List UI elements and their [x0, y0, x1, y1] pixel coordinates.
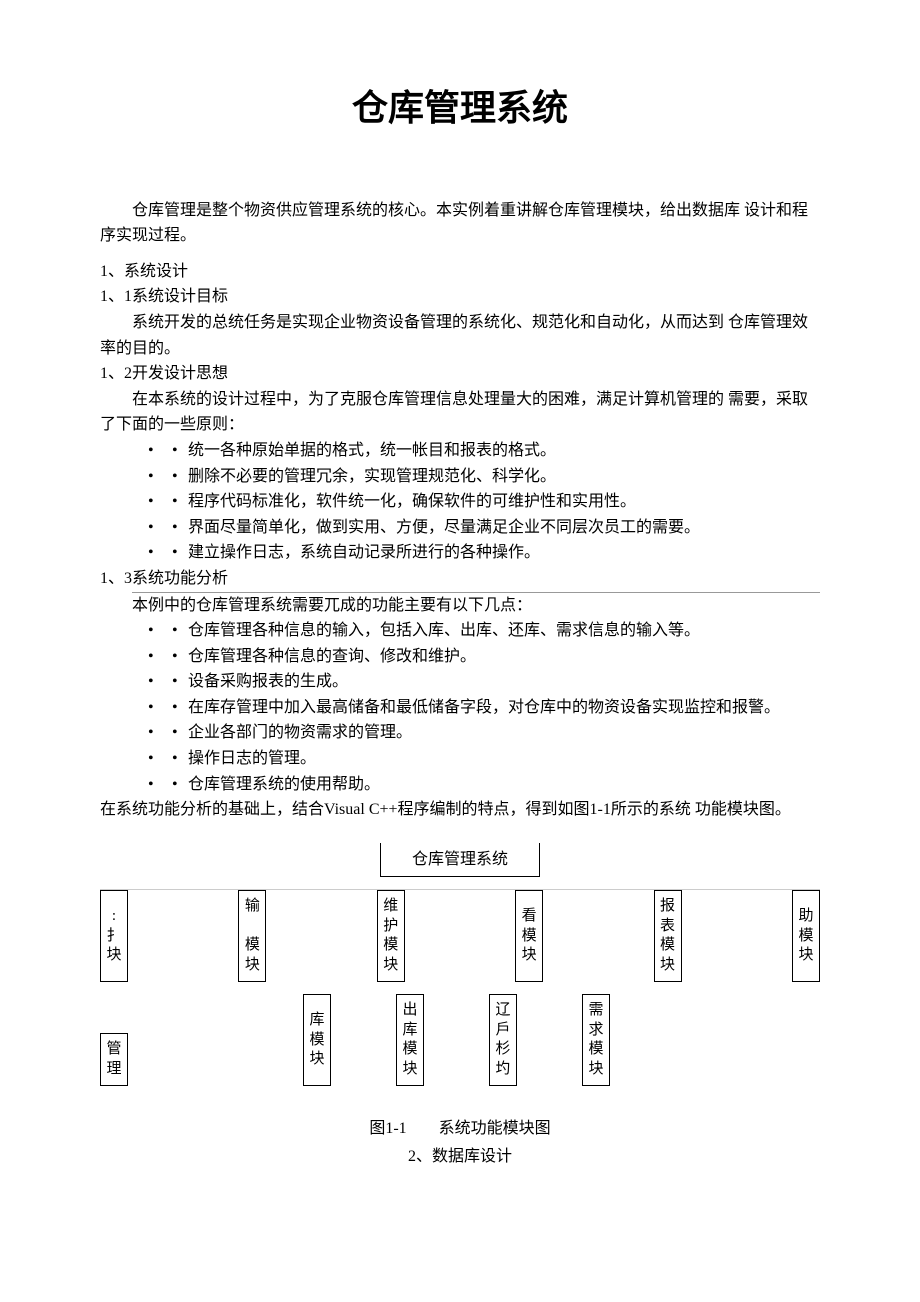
- module-box: 需求模块: [582, 994, 610, 1086]
- functions-list: 仓库管理各种信息的输入，包括入库、出库、还库、需求信息的输入等。 仓库管理各种信…: [100, 618, 820, 797]
- list-item: 设备采购报表的生成。: [148, 669, 820, 695]
- principles-list: 统一各种原始单据的格式，统一帐目和报表的格式。 删除不必要的管理冗余，实现管理规…: [100, 438, 820, 566]
- module-box: 维护模块: [377, 890, 405, 982]
- list-item: 统一各种原始单据的格式，统一帐目和报表的格式。: [148, 438, 820, 464]
- section-1-1-heading: 1、1系统设计目标: [100, 284, 820, 310]
- list-item-text: 仓库管理各种信息的输入，包括入库、出库、还库、需求信息的输入等。: [188, 622, 700, 639]
- list-item-text: 操作日志的管理。: [188, 750, 316, 767]
- list-item: 在库存管理中加入最高储备和最低储备字段，对仓库中的物资设备实现监控和报警。: [148, 695, 820, 721]
- list-item-text: 仓库管理系统的使用帮助。: [188, 776, 380, 793]
- list-item-text: 统一各种原始单据的格式，统一帐目和报表的格式。: [188, 442, 556, 459]
- list-item: 界面尽量简单化，做到实用、方便，尽量满足企业不同层次员工的需要。: [148, 515, 820, 541]
- section-1-4-text: 在系统功能分析的基础上，结合Visual C++程序编制的特点，得到如图1-1所…: [100, 797, 820, 823]
- list-item: 程序代码标准化，软件统一化，确保软件的可维护性和实用性。: [148, 489, 820, 515]
- list-item-text: 仓库管理各种信息的查询、修改和维护。: [188, 648, 476, 665]
- module-box: 出库模块: [396, 994, 424, 1086]
- list-item-text: 建立操作日志，系统自动记录所进行的各种操作。: [188, 544, 540, 561]
- list-item-text: 设备采购报表的生成。: [188, 673, 348, 690]
- list-item: 企业各部门的物资需求的管理。: [148, 720, 820, 746]
- list-item: 删除不必要的管理冗余，实现管理规范化、科学化。: [148, 464, 820, 490]
- section-1-3-heading: 1、3系统功能分析: [100, 566, 820, 592]
- list-item-text: 在库存管理中加入最高储备和最低储备字段，对仓库中的物资设备实现监控和报警。: [188, 699, 780, 716]
- list-item: 操作日志的管理。: [148, 746, 820, 772]
- list-item-text: 删除不必要的管理冗余，实现管理规范化、科学化。: [188, 468, 556, 485]
- document-title: 仓库管理系统: [100, 80, 820, 138]
- module-box: :扌块: [100, 890, 128, 982]
- list-item-text: 企业各部门的物资需求的管理。: [188, 724, 412, 741]
- diagram-row-1: :扌块 输 模块 维护模块 看模块 报表模块 助模块: [100, 889, 820, 982]
- section-1-2-text: 在本系统的设计过程中，为了克服仓库管理信息处理量大的困难，满足计算机管理的 需要…: [100, 387, 820, 438]
- module-root-box: 仓库管理系统: [380, 843, 540, 878]
- list-item: 建立操作日志，系统自动记录所进行的各种操作。: [148, 540, 820, 566]
- module-box: 输 模块: [238, 890, 266, 982]
- module-box-manage: 管理: [100, 1033, 128, 1086]
- module-box: 报表模块: [654, 890, 682, 982]
- diagram-root: 仓库管理系统: [100, 843, 820, 878]
- diagram-root-label: 仓库管理系统: [100, 843, 820, 878]
- module-box: 辽戶杉圴: [489, 994, 517, 1086]
- list-item: 仓库管理各种信息的输入，包括入库、出库、还库、需求信息的输入等。: [148, 618, 820, 644]
- intro-paragraph: 仓库管理是整个物资供应管理系统的核心。本实例着重讲解仓库管理模块，给出数据库 设…: [100, 198, 820, 249]
- module-box: 看模块: [515, 890, 543, 982]
- diagram-row-2: 管理 库模块 出库模块 辽戶杉圴 需求模块: [100, 994, 820, 1086]
- module-box: 助模块: [792, 890, 820, 982]
- section-1-1-text: 系统开发的总统任务是实现企业物资设备管理的系统化、规范化和自动化，从而达到 仓库…: [100, 310, 820, 361]
- section-1-2-heading: 1、2开发设计思想: [100, 361, 820, 387]
- list-item: 仓库管理各种信息的查询、修改和维护。: [148, 644, 820, 670]
- figure-caption: 图1-1 系统功能模块图: [100, 1116, 820, 1142]
- section-1-heading: 1、系统设计: [100, 259, 820, 285]
- list-item-text: 程序代码标准化，软件统一化，确保软件的可维护性和实用性。: [188, 493, 636, 510]
- list-item: 仓库管理系统的使用帮助。: [148, 772, 820, 798]
- section-2-heading: 2、数据库设计: [100, 1144, 820, 1170]
- module-box: 库模块: [303, 994, 331, 1086]
- list-item-text: 界面尽量简单化，做到实用、方便，尽量满足企业不同层次员工的需要。: [188, 519, 700, 536]
- section-1-3-text: 本例中的仓库管理系统需要兀成的功能主要有以下几点：: [100, 593, 820, 619]
